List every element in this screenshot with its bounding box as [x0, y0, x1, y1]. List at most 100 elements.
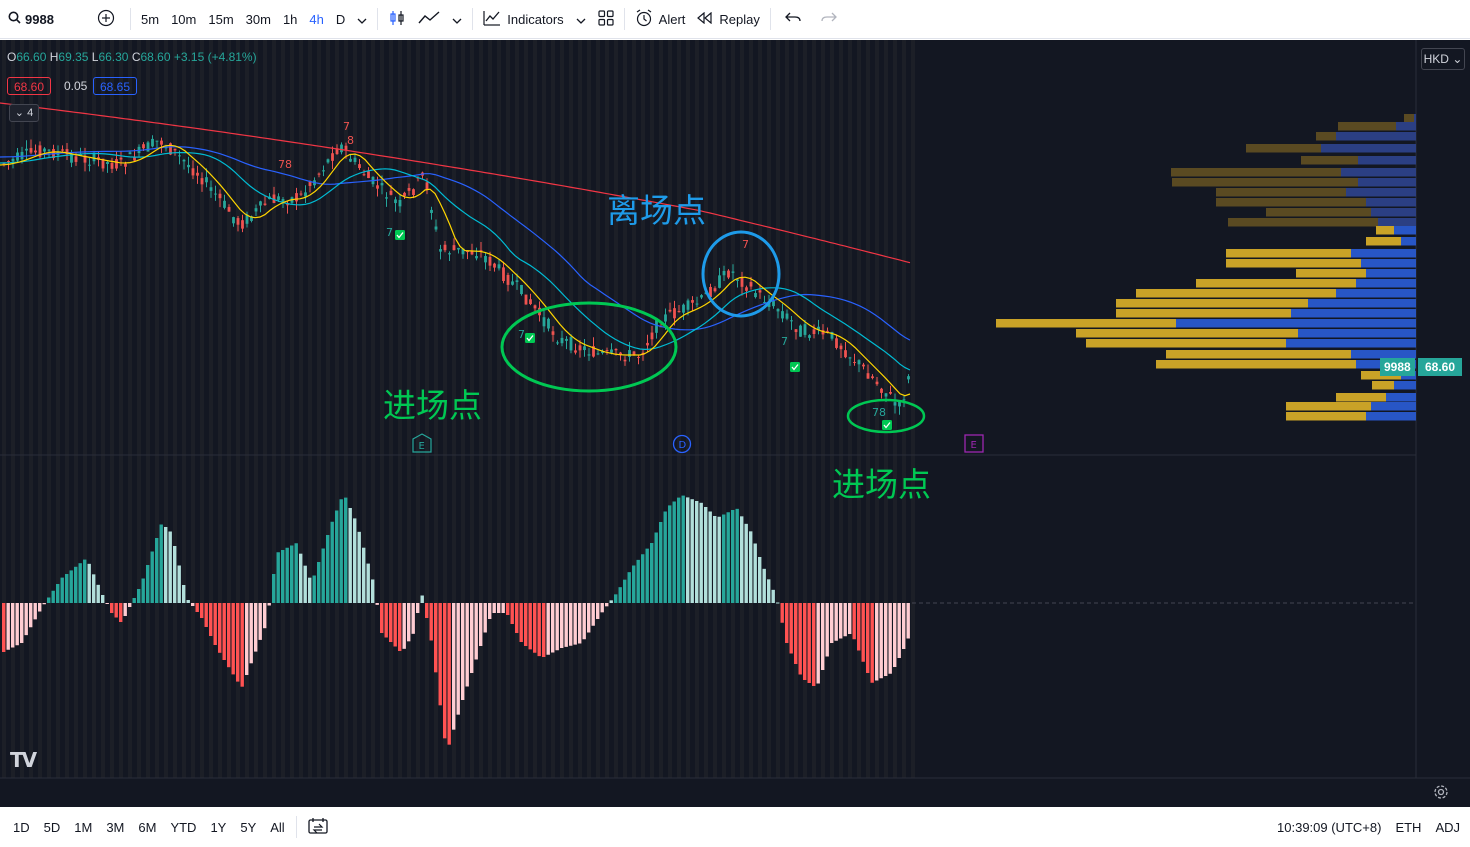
volume-profile-row: [1366, 198, 1416, 207]
indicators-dropdown[interactable]: [570, 0, 592, 38]
volume-profile-row: [1358, 178, 1416, 187]
histogram-bar: [321, 548, 325, 603]
candle-body: [740, 277, 744, 287]
candles-button[interactable]: [382, 0, 412, 38]
tradingview-logo[interactable]: TV: [10, 748, 37, 772]
undo-button[interactable]: [775, 0, 811, 38]
compare-button[interactable]: [86, 0, 126, 38]
adjust-toggle[interactable]: ADJ: [1428, 820, 1470, 835]
histogram-bar: [20, 603, 24, 643]
alert-button[interactable]: Alert: [629, 0, 692, 38]
interval-dropdown[interactable]: [351, 0, 373, 38]
histogram-bar: [69, 570, 73, 603]
histogram-bar: [623, 579, 627, 603]
range-all[interactable]: All: [263, 820, 291, 835]
range-1y[interactable]: 1Y: [203, 820, 233, 835]
chart-canvas[interactable]: 7 78 8 7 7 7 7 78 E D E: [0, 40, 1470, 807]
upcoming-earnings-marker-label: E: [971, 440, 977, 451]
range-1d[interactable]: 1D: [6, 820, 37, 835]
candle-body: [506, 274, 510, 285]
session-stripe: [506, 40, 510, 778]
candle-body: [146, 142, 150, 152]
replay-button[interactable]: Replay: [691, 0, 765, 38]
candle-body: [578, 345, 582, 351]
indicators-button[interactable]: Indicators: [477, 0, 569, 38]
volume-profile-row: [1338, 122, 1396, 131]
candle-body: [785, 313, 789, 319]
histogram-bar: [231, 603, 235, 675]
volume-profile-row: [1372, 381, 1394, 390]
interval-5m[interactable]: 5m: [135, 0, 165, 38]
session-stripe: [371, 40, 375, 778]
candle-body: [407, 187, 411, 191]
currency-selector[interactable]: HKD ⌄: [1421, 48, 1465, 70]
histogram-bar: [713, 516, 717, 603]
histogram-bar: [591, 603, 595, 626]
redo-button[interactable]: [811, 0, 847, 38]
histogram-bar: [236, 603, 240, 682]
redo-icon: [821, 12, 837, 27]
session-stripe: [218, 40, 222, 778]
session-stripe: [101, 40, 105, 778]
interval-d[interactable]: D: [330, 0, 351, 38]
session-stripe: [605, 40, 609, 778]
range-3m[interactable]: 3M: [99, 820, 131, 835]
bid-price-box[interactable]: 68.60: [7, 77, 52, 95]
line-chart-button[interactable]: [412, 0, 446, 38]
interval-15m[interactable]: 15m: [202, 0, 239, 38]
histogram-bar: [573, 603, 577, 645]
candle-body: [790, 320, 793, 322]
date-range-button[interactable]: [301, 817, 335, 837]
histogram-bar: [164, 527, 168, 603]
histogram-bar: [366, 563, 370, 603]
indicators-icon: [483, 10, 501, 29]
indicators-collapse-button[interactable]: ⌄ 4: [9, 104, 39, 122]
divider: [472, 8, 474, 30]
histogram-bar: [344, 497, 348, 603]
clock-time[interactable]: 10:39:09 (UTC+8): [1270, 820, 1388, 835]
session-stripe: [668, 40, 672, 778]
histogram-bar: [443, 603, 447, 739]
candle-body: [196, 172, 199, 176]
range-1m[interactable]: 1M: [67, 820, 99, 835]
histogram-bar: [483, 603, 487, 633]
histogram-bar: [807, 603, 811, 683]
histogram-bar: [132, 598, 136, 603]
interval-1h[interactable]: 1h: [277, 0, 303, 38]
histogram-bar: [204, 603, 208, 627]
session-stripe: [2, 40, 6, 778]
chart-type-dropdown[interactable]: [446, 0, 468, 38]
session-toggle[interactable]: ETH: [1388, 820, 1428, 835]
candle-body: [871, 376, 874, 379]
histogram-bar: [717, 516, 721, 603]
histogram-bar: [389, 603, 393, 642]
candle-body: [74, 156, 78, 162]
histogram-bar: [96, 584, 100, 603]
volume-profile-row: [1196, 279, 1356, 288]
candle-body: [650, 332, 654, 340]
gear-icon[interactable]: [1433, 784, 1453, 804]
candle-body: [160, 140, 163, 145]
volume-profile-row: [1172, 178, 1358, 187]
range-ytd[interactable]: YTD: [163, 820, 203, 835]
histogram-bar: [312, 575, 316, 603]
interval-4h[interactable]: 4h: [303, 0, 329, 38]
range-5y[interactable]: 5Y: [233, 820, 263, 835]
symbol-search[interactable]: 9988: [0, 0, 86, 38]
range-6m[interactable]: 6M: [131, 820, 163, 835]
candle-body: [187, 164, 190, 168]
layouts-button[interactable]: [592, 0, 620, 38]
session-stripe: [551, 40, 555, 778]
range-5d[interactable]: 5D: [37, 820, 68, 835]
candle-body: [691, 300, 694, 303]
candle-body: [299, 193, 303, 195]
ask-price-box[interactable]: 68.65: [93, 77, 138, 95]
candle-body: [610, 349, 613, 353]
histogram-bar: [299, 553, 303, 603]
chart-area[interactable]: 7 78 8 7 7 7 7 78 E D E O66.60 H69.35 L6…: [0, 40, 1470, 807]
interval-30m[interactable]: 30m: [240, 0, 277, 38]
candle-body: [542, 317, 546, 327]
histogram-bar: [56, 584, 60, 603]
interval-10m[interactable]: 10m: [165, 0, 202, 38]
session-stripe: [515, 40, 519, 778]
